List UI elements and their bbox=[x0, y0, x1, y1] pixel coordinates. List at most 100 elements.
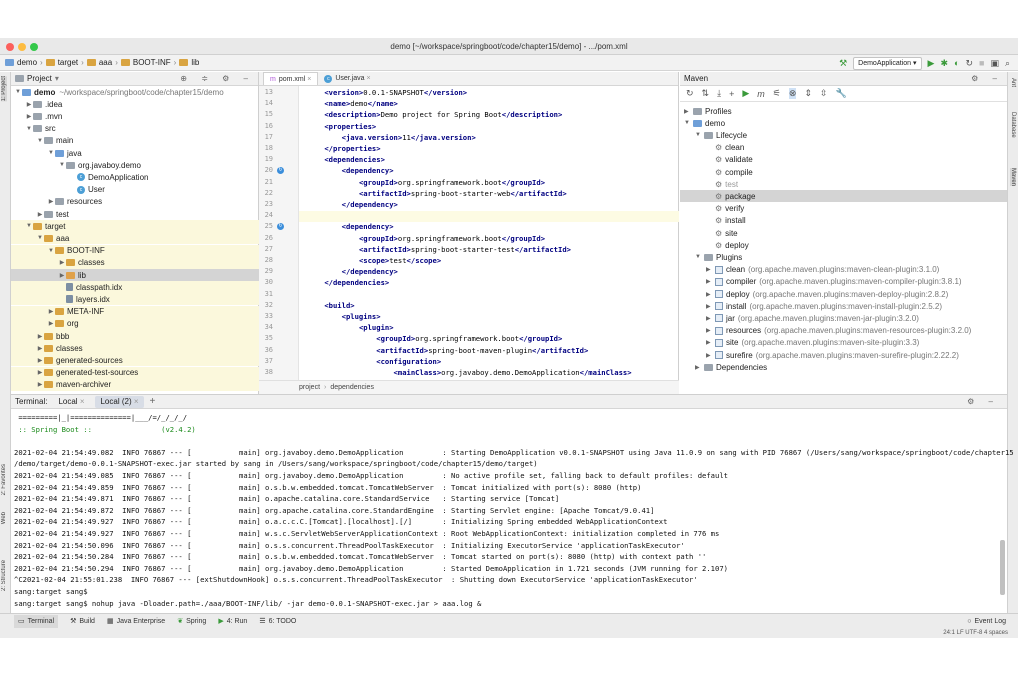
maven-tree-item[interactable]: ▶ Dependencies bbox=[680, 361, 1007, 373]
project-tree-item[interactable]: ▼ src bbox=[11, 123, 259, 135]
bottom-tab-java-enterprise[interactable]: ▦ Java Enterprise bbox=[107, 617, 165, 626]
project-tree-item[interactable]: ▶ .idea bbox=[11, 98, 259, 110]
expand-arrow-icon[interactable]: ▶ bbox=[695, 364, 704, 371]
maven-tree-item[interactable]: ▼ Lifecycle bbox=[680, 129, 1007, 141]
expand-arrow-icon[interactable]: ▶ bbox=[706, 327, 715, 334]
breadcrumb-item[interactable]: aaa bbox=[86, 58, 112, 67]
minimize-window-button[interactable] bbox=[18, 43, 26, 51]
expand-all-icon[interactable]: ⇕ bbox=[804, 88, 812, 99]
expand-arrow-icon[interactable]: ▶ bbox=[47, 308, 55, 315]
maven-tree-item[interactable]: ▶ compiler (org.apache.maven.plugins:maven… bbox=[680, 276, 1007, 288]
breadcrumb-item[interactable]: lib bbox=[179, 58, 199, 67]
skip-tests-icon[interactable]: ⊗ bbox=[788, 88, 797, 99]
maven-tree-item[interactable]: ⚙ validate bbox=[680, 154, 1007, 166]
expand-arrow-icon[interactable]: ▼ bbox=[47, 150, 55, 156]
stop-icon[interactable]: ■ bbox=[979, 58, 984, 68]
terminal-actions[interactable]: ⚙ – bbox=[967, 397, 999, 406]
terminal-tab-local-2[interactable]: Local (2) × bbox=[95, 395, 144, 408]
maven-tree-item[interactable]: ⚙ package bbox=[680, 190, 1007, 203]
maven-tree-item[interactable]: ▼ Plugins bbox=[680, 251, 1007, 263]
dependency-gutter-icon[interactable]: ↻ bbox=[277, 223, 284, 231]
maven-tree-item[interactable]: ▶ clean (org.apache.maven.plugins:maven-cl… bbox=[680, 264, 1007, 276]
expand-arrow-icon[interactable]: ▶ bbox=[25, 101, 33, 108]
close-tab-icon[interactable]: × bbox=[366, 75, 370, 82]
maven-tree-item[interactable]: ⚙ compile bbox=[680, 166, 1007, 178]
database-tool-tab[interactable]: Database bbox=[1010, 112, 1016, 138]
project-tree-item[interactable]: ▼ main bbox=[11, 135, 259, 147]
tab-user-java[interactable]: c User.java × bbox=[318, 72, 376, 85]
toggle-offline-icon[interactable]: ⚟ bbox=[773, 88, 781, 99]
maven-tree-item[interactable]: ⚙ clean bbox=[680, 142, 1007, 154]
project-tree-item[interactable]: ▼ org.javaboy.demo bbox=[11, 159, 259, 171]
expand-arrow-icon[interactable]: ▼ bbox=[695, 254, 704, 260]
settings-icon[interactable]: ▣ bbox=[990, 58, 999, 68]
terminal-tab-local[interactable]: Local × bbox=[53, 396, 89, 408]
add-project-icon[interactable]: + bbox=[729, 89, 734, 99]
maven-tree-item[interactable]: ⚙ site bbox=[680, 227, 1007, 239]
expand-arrow-icon[interactable]: ▼ bbox=[58, 162, 66, 168]
expand-arrow-icon[interactable]: ▶ bbox=[706, 266, 715, 273]
expand-arrow-icon[interactable]: ▶ bbox=[706, 352, 715, 359]
maven-tree-item[interactable]: ▶ site (org.apache.maven.plugins:maven-sit… bbox=[680, 337, 1007, 349]
expand-arrow-icon[interactable]: ▶ bbox=[47, 320, 55, 327]
coverage-icon[interactable]: ◐ bbox=[954, 58, 959, 68]
project-tree-item[interactable]: ▶ bbb bbox=[11, 330, 259, 342]
expand-arrow-icon[interactable]: ▶ bbox=[706, 315, 715, 322]
expand-arrow-icon[interactable]: ▶ bbox=[706, 278, 715, 285]
collapse-all-icon[interactable]: ⇳ bbox=[820, 88, 828, 99]
project-tree-item[interactable]: ▶ classes bbox=[11, 342, 259, 355]
profile-icon[interactable]: ↻ bbox=[965, 58, 973, 68]
ant-tool-tab[interactable]: Ant bbox=[1010, 78, 1016, 87]
expand-arrow-icon[interactable]: ▶ bbox=[36, 369, 44, 376]
bottom-tab-todo[interactable]: ☰ 6: TODO bbox=[259, 617, 296, 626]
wrench-icon[interactable]: 🔧 bbox=[835, 88, 846, 99]
bottom-tab-run[interactable]: ▶ 4: Run bbox=[218, 617, 247, 626]
chevron-down-icon[interactable]: ▾ bbox=[55, 74, 59, 83]
breadcrumb-item[interactable]: target bbox=[45, 58, 78, 67]
event-log-button[interactable]: ○ Event Log bbox=[967, 618, 1006, 625]
project-tree-item[interactable]: ▶ maven-archiver bbox=[11, 378, 259, 391]
project-tree-item[interactable]: layers.idx bbox=[11, 293, 259, 306]
maven-tree-item[interactable]: ▶ surefire (org.apache.maven.plugins:maven… bbox=[680, 349, 1007, 361]
expand-arrow-icon[interactable]: ▶ bbox=[58, 259, 66, 266]
maven-tree-item[interactable]: ▼ demo bbox=[680, 117, 1007, 129]
project-panel-actions[interactable]: ⊕ ≑ ⚙ – bbox=[180, 74, 254, 83]
run-icon[interactable]: ▶ bbox=[928, 58, 935, 68]
expand-arrow-icon[interactable]: ▶ bbox=[706, 339, 715, 346]
expand-arrow-icon[interactable]: ▶ bbox=[58, 272, 66, 279]
project-tree-item[interactable]: ▶ generated-test-sources bbox=[11, 366, 259, 379]
hammer-icon[interactable]: ⚒ bbox=[839, 58, 847, 68]
status-text[interactable]: 24:1 LF UTF-8 4 spaces bbox=[943, 630, 1008, 636]
maven-tree-item[interactable]: ⚙ deploy bbox=[680, 239, 1007, 251]
project-panel-title[interactable]: Project bbox=[27, 74, 52, 83]
breadcrumb-dependencies[interactable]: dependencies bbox=[330, 384, 374, 391]
expand-arrow-icon[interactable]: ▼ bbox=[47, 248, 55, 254]
maven-tree-item[interactable]: ▶ jar (org.apache.maven.plugins:maven-jar-… bbox=[680, 312, 1007, 324]
search-icon[interactable]: ⌕ bbox=[1005, 58, 1010, 68]
maven-tree-item[interactable]: ▶ deploy (org.apache.maven.plugins:maven-d… bbox=[680, 288, 1007, 300]
expand-arrow-icon[interactable]: ▼ bbox=[25, 126, 33, 132]
terminal-scrollbar[interactable] bbox=[1000, 540, 1005, 595]
close-window-button[interactable] bbox=[6, 43, 14, 51]
project-tree-item[interactable]: ▶ generated-sources bbox=[11, 354, 259, 367]
maven-tree-item[interactable]: ⚙ verify bbox=[680, 203, 1007, 215]
project-tree-item[interactable]: ▶ .mvn bbox=[11, 110, 259, 122]
expand-arrow-icon[interactable]: ▼ bbox=[36, 138, 44, 144]
project-tree-item[interactable]: ▶ test bbox=[11, 208, 259, 220]
expand-arrow-icon[interactable]: ▶ bbox=[25, 113, 33, 120]
expand-arrow-icon[interactable]: ▼ bbox=[36, 235, 44, 241]
project-tree-item[interactable]: ▼ java bbox=[11, 147, 259, 159]
new-terminal-tab-button[interactable]: + bbox=[150, 396, 156, 407]
expand-arrow-icon[interactable]: ▶ bbox=[36, 333, 44, 340]
dependency-gutter-icon[interactable]: ↻ bbox=[277, 167, 284, 175]
maven-tree-item[interactable]: ⚙ test bbox=[680, 178, 1007, 190]
download-icon[interactable]: ⤓ bbox=[717, 88, 721, 99]
project-tree-item[interactable]: c User bbox=[11, 184, 259, 196]
structure-tool-tab[interactable]: 2: Structure bbox=[1, 560, 7, 591]
expand-arrow-icon[interactable]: ▶ bbox=[47, 198, 55, 205]
zoom-window-button[interactable] bbox=[30, 43, 38, 51]
maven-panel-actions[interactable]: ⚙ – bbox=[971, 74, 1003, 83]
project-tree-item[interactable]: ▶ org bbox=[11, 317, 259, 330]
bottom-tab-spring[interactable]: ❦ Spring bbox=[177, 617, 206, 626]
expand-arrow-icon[interactable]: ▼ bbox=[25, 223, 33, 229]
